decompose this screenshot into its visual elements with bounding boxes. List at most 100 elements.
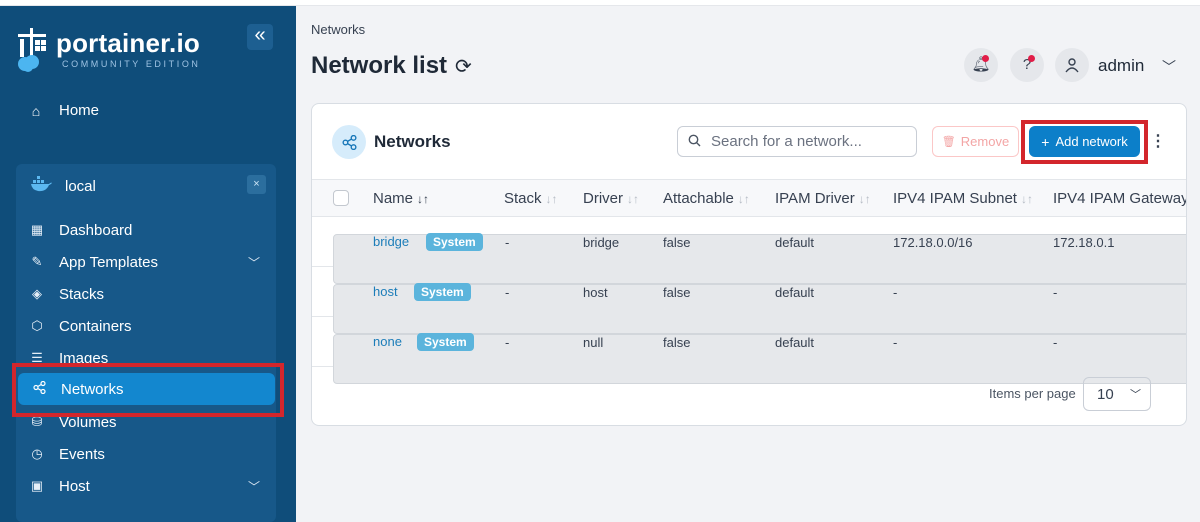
system-badge: System — [417, 333, 474, 351]
items-per-page-label: Items per page — [989, 386, 1076, 401]
sort-icon: ↓↑ — [737, 192, 750, 206]
cell-subnet: - — [893, 335, 898, 350]
card-title: Networks — [374, 132, 451, 151]
sidebar-item-label: Events — [59, 445, 105, 463]
edit-icon: ✎ — [31, 254, 43, 269]
cell-ipam-driver: default — [775, 285, 815, 300]
column-header-ipv4-subnet[interactable]: IPV4 IPAM Subnet ↓↑ — [893, 190, 1033, 207]
logo-title: portainer.io — [56, 27, 200, 58]
portainer-logo-icon — [14, 26, 50, 72]
user-avatar[interactable] — [1055, 48, 1089, 82]
double-chevron-left-icon: « — [254, 24, 266, 46]
chevron-down-icon[interactable]: ﹀ — [1162, 57, 1176, 77]
chevron-down-icon: ﹀ — [247, 255, 260, 270]
cell-subnet: - — [893, 285, 898, 300]
sidebar-item-events[interactable]: ◷ Events — [16, 438, 276, 470]
environment-name: local — [65, 178, 96, 195]
sidebar-item-label: App Templates — [59, 253, 158, 271]
column-header-attachable[interactable]: Attachable ↓↑ — [663, 190, 750, 207]
help-dot — [1028, 55, 1035, 62]
column-header-stack[interactable]: Stack ↓↑ — [504, 190, 558, 207]
search-icon — [688, 134, 701, 150]
system-badge: System — [414, 283, 471, 301]
remove-button[interactable]: 🗑︎ Remove — [932, 126, 1019, 157]
table-row: host System - host false default - - — [312, 267, 1186, 334]
cell-gateway: - — [1053, 285, 1058, 300]
network-name-link[interactable]: bridge — [373, 234, 409, 249]
portainer-logo[interactable]: portainer.io COMMUNITY EDITION — [14, 26, 201, 72]
host-icon: ▣ — [30, 478, 44, 493]
refresh-icon[interactable]: ⟳ — [455, 54, 472, 79]
dashboard-icon: ▦ — [30, 222, 44, 237]
table-row: none System - null false default - - — [312, 317, 1186, 384]
search-input[interactable] — [711, 133, 911, 150]
sidebar-item-label: Dashboard — [59, 221, 133, 239]
breadcrumb: Networks — [311, 22, 366, 37]
sidebar: portainer.io COMMUNITY EDITION « ⌂ Home … — [0, 6, 296, 522]
select-all-checkbox[interactable] — [333, 190, 349, 206]
share-icon — [332, 125, 366, 159]
column-header-name[interactable]: Name ↓↑ — [373, 190, 429, 207]
sidebar-item-dashboard[interactable]: ▦ Dashboard — [16, 214, 276, 246]
cell-subnet: 172.18.0.0/16 — [893, 235, 973, 250]
user-name[interactable]: admin — [1098, 56, 1144, 76]
column-header-ipv4-gateway[interactable]: IPV4 IPAM Gateway — [1053, 190, 1186, 207]
docker-icon — [30, 176, 52, 197]
sort-icon: ↓↑ — [1020, 192, 1033, 206]
sidebar-item-app-templates[interactable]: ✎ App Templates ﹀ — [16, 246, 276, 278]
chevron-down-icon: ﹀ — [247, 479, 260, 494]
chevron-down-icon: ﹀ — [1130, 389, 1141, 401]
network-name-link[interactable]: host — [373, 284, 398, 299]
table-row: bridge System - bridge false default 172… — [312, 217, 1186, 284]
sort-icon: ↓↑ — [627, 192, 639, 206]
more-options-icon[interactable]: ⋮ — [1150, 131, 1166, 151]
cell-attachable: false — [663, 335, 691, 350]
help-button[interactable]: ? — [1010, 48, 1044, 82]
sidebar-item-label: Containers — [59, 317, 132, 335]
user-icon — [1064, 56, 1080, 73]
trash-icon: 🗑︎ — [941, 136, 956, 148]
cell-gateway: 172.18.0.1 — [1053, 235, 1115, 250]
cell-driver: bridge — [583, 235, 620, 250]
column-header-ipam-driver[interactable]: IPAM Driver ↓↑ — [775, 190, 871, 207]
layers-icon: ◈ — [32, 286, 42, 301]
table-header: Name ↓↑ Stack ↓↑ Driver ↓↑ Attachable ↓↑ IPA… — [312, 179, 1186, 217]
sidebar-item-containers[interactable]: ⬡ Containers — [16, 310, 276, 342]
cell-driver: host — [583, 285, 608, 300]
page-title-text: Network list — [311, 52, 448, 79]
column-header-driver[interactable]: Driver ↓↑ — [583, 190, 639, 207]
network-name-link[interactable]: none — [373, 334, 402, 349]
sidebar-item-home[interactable]: ⌂ Home — [28, 102, 99, 119]
cell-attachable: false — [663, 285, 691, 300]
sort-icon: ↓↑ — [545, 192, 558, 206]
sidebar-item-host[interactable]: ▣ Host ﹀ — [16, 470, 276, 502]
cell-stack: - — [505, 285, 510, 300]
sidebar-item-label: Home — [59, 102, 100, 119]
sort-icon: ↓↑ — [417, 192, 430, 206]
sort-icon: ↓↑ — [858, 192, 871, 206]
environment-header[interactable]: local — [30, 176, 96, 197]
highlight-networks-annotation — [12, 363, 284, 417]
system-badge: System — [426, 233, 483, 251]
sidebar-item-label: Stacks — [59, 285, 105, 303]
collapse-sidebar-button[interactable]: « — [247, 24, 273, 50]
cell-stack: - — [505, 335, 510, 350]
sidebar-item-stacks[interactable]: ◈ Stacks — [16, 278, 276, 310]
cell-ipam-driver: default — [775, 335, 815, 350]
highlight-add-network-annotation — [1021, 120, 1148, 164]
search-field[interactable] — [677, 126, 917, 157]
items-per-page-select[interactable]: 10 ﹀ — [1083, 377, 1151, 411]
home-icon: ⌂ — [31, 102, 41, 119]
remove-button-label: Remove — [960, 134, 1010, 149]
page-title: Network list ⟳ — [311, 52, 472, 80]
cell-gateway: - — [1053, 335, 1058, 350]
box-icon: ⬡ — [31, 318, 43, 333]
sidebar-item-label: Host — [59, 477, 90, 495]
cell-driver: null — [583, 335, 604, 350]
close-environment-button[interactable]: × — [247, 175, 266, 194]
notifications-button[interactable]: 🔔︎ — [964, 48, 998, 82]
clock-icon: ◷ — [31, 446, 43, 461]
cell-ipam-driver: default — [775, 235, 815, 250]
notification-dot — [982, 55, 989, 62]
cell-attachable: false — [663, 235, 691, 250]
